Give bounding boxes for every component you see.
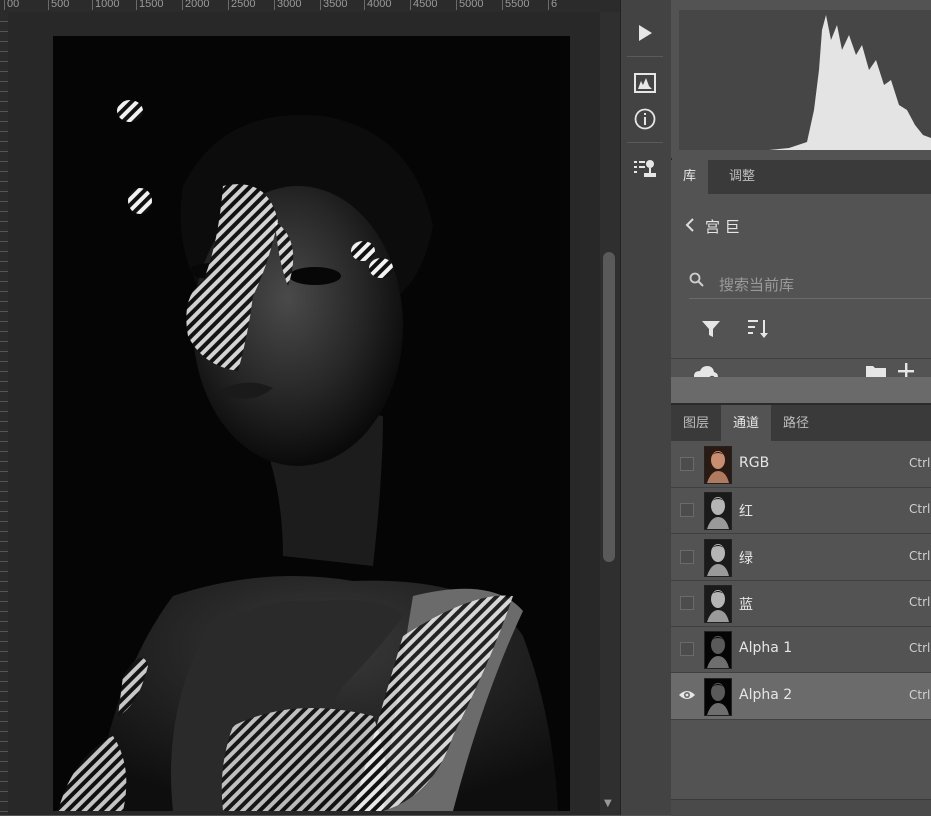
channel-row[interactable]: RGB Ctrl+ [671, 441, 931, 488]
ruler-tick: 1500 [136, 0, 163, 10]
chevron-left-icon[interactable] [685, 217, 695, 236]
divider [627, 56, 663, 57]
library-footer-bar [671, 377, 931, 404]
channel-row[interactable]: Alpha 2 Ctrl+ [671, 672, 931, 720]
scrollbar-thumb[interactable] [603, 252, 615, 562]
ruler-tick: 2000 [182, 0, 209, 10]
channel-shortcut: Ctrl+ [909, 641, 931, 656]
channel-name: 蓝 [739, 596, 753, 613]
channel-thumbnail [704, 584, 732, 623]
channels-footer [671, 799, 931, 816]
canvas-area[interactable] [8, 12, 600, 815]
channel-name: 绿 [739, 550, 753, 567]
ruler-tick: 3500 [320, 0, 347, 10]
channels-tab-bar: 图层 通道 路径 [671, 403, 931, 443]
search-icon [689, 272, 705, 292]
visibility-toggle[interactable] [680, 549, 694, 564]
channel-thumbnail [704, 631, 732, 670]
document-canvas[interactable] [53, 36, 570, 811]
tab-paths[interactable]: 路径 [771, 405, 821, 443]
ruler-tick: 4000 [364, 0, 391, 10]
scroll-down-icon[interactable]: ▼ [604, 798, 612, 809]
library-breadcrumb[interactable]: 宫 巨 [685, 216, 740, 237]
ruler-tick: 5000 [456, 0, 483, 10]
tab-adjustments[interactable]: 调整 [717, 160, 767, 194]
tab-channels[interactable]: 通道 [721, 405, 772, 443]
ruler-tick: 5500 [502, 0, 529, 10]
sort-icon[interactable] [747, 318, 771, 344]
alpha-channel-image [53, 36, 570, 811]
channel-name: 红 [739, 504, 753, 521]
channel-shortcut: Ctrl+ [909, 687, 931, 702]
visibility-toggle[interactable] [680, 642, 694, 657]
channel-shortcut: Ctrl+ [909, 502, 931, 517]
library-tab-bar: 库 调整 [671, 160, 931, 194]
play-icon[interactable] [630, 18, 660, 48]
visibility-toggle[interactable] [680, 595, 694, 610]
histogram-panel-icon[interactable] [630, 68, 660, 98]
channel-row[interactable]: Alpha 1 Ctrl+ [671, 626, 931, 674]
channel-shortcut: Ctrl+ [909, 456, 931, 470]
vertical-scrollbar[interactable]: ▼ [600, 12, 620, 815]
eye-icon[interactable] [678, 688, 696, 706]
library-footer [671, 358, 931, 404]
divider [627, 142, 663, 143]
tab-layers[interactable]: 图层 [671, 405, 721, 443]
info-icon[interactable] [630, 104, 660, 134]
channel-name: RGB [739, 455, 770, 471]
tab-library[interactable]: 库 [671, 160, 709, 194]
ruler-tick: 2500 [228, 0, 255, 10]
channels-list: RGBCtrl+红Ctrl+绿Ctrl+蓝Ctrl+Alpha 1Ctrl+Al… [671, 441, 931, 816]
histogram-panel [671, 0, 931, 158]
ruler-tick: 4500 [410, 0, 437, 10]
visibility-toggle[interactable] [680, 457, 694, 471]
channel-thumbnail [704, 446, 732, 484]
channel-shortcut: Ctrl+ [909, 548, 931, 563]
ruler-tick: 6 [548, 0, 557, 10]
channel-shortcut: Ctrl+ [909, 594, 931, 609]
visibility-toggle[interactable] [680, 503, 694, 518]
library-name: 宫 巨 [705, 218, 740, 236]
channel-thumbnail [704, 677, 732, 716]
search-placeholder: 搜索当前库 [719, 276, 795, 294]
ruler-tick: 3000 [274, 0, 301, 10]
histogram-graph [679, 10, 931, 150]
channel-name: Alpha 1 [739, 640, 793, 657]
channel-thumbnail [704, 492, 732, 531]
ruler-tick: 1000 [92, 0, 119, 10]
vertical-ruler [0, 12, 8, 815]
channel-name: Alpha 2 [739, 686, 793, 703]
clone-source-icon[interactable] [630, 154, 660, 184]
channel-row[interactable]: 红 Ctrl+ [671, 487, 931, 535]
ruler-tick: 00 [4, 0, 19, 10]
channel-row[interactable]: 蓝 Ctrl+ [671, 580, 931, 627]
channel-row[interactable]: 绿 Ctrl+ [671, 534, 931, 581]
panel-dock-icons [620, 0, 672, 815]
filter-icon[interactable] [701, 320, 721, 342]
channel-thumbnail [704, 538, 732, 577]
ruler-tick: 500 [48, 0, 69, 10]
library-search-field[interactable]: 搜索当前库 [689, 266, 931, 299]
